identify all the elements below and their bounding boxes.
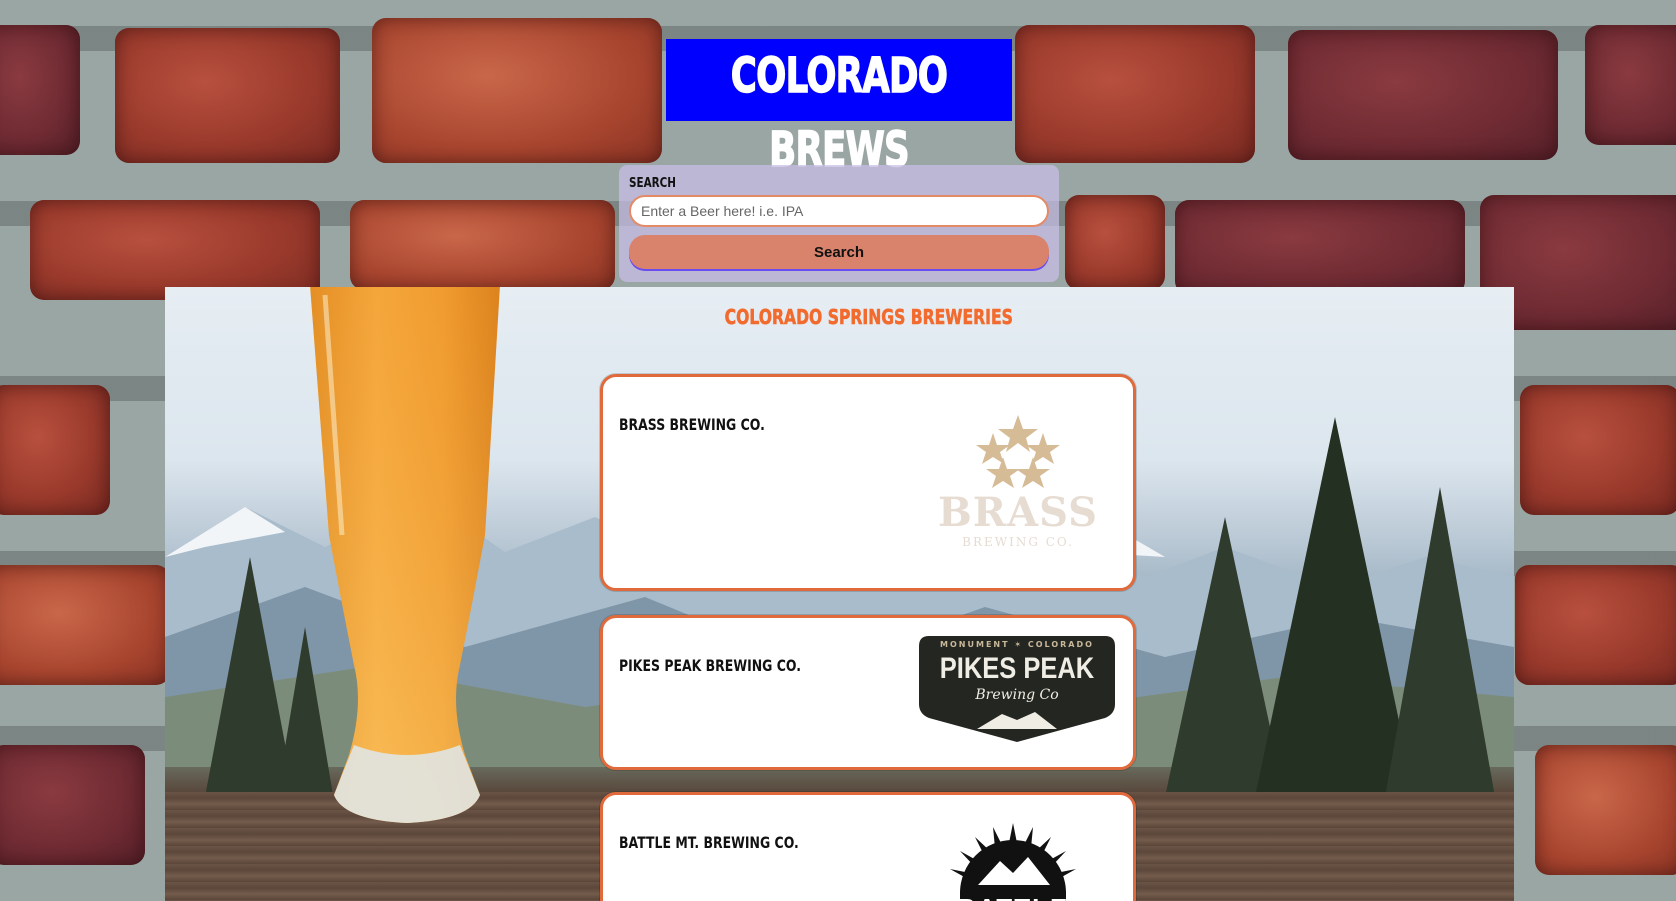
search-panel: Search Search — [619, 165, 1059, 282]
battle-mt-logo-text: BATTLE — [938, 893, 1088, 901]
sunburst-icon — [950, 823, 1076, 901]
pikes-peak-logo-top: MONUMENT ✶ COLORADO — [940, 640, 1094, 649]
brewery-name[interactable]: Pikes Peak Brewing Co. — [619, 656, 801, 675]
breweries-section: Colorado Springs Breweries Brass Brewing… — [165, 287, 1514, 901]
brewery-card[interactable]: Brass Brewing Co. BRASS BREWING CO. — [600, 374, 1136, 591]
search-button[interactable]: Search — [629, 235, 1049, 269]
brewery-name[interactable]: Brass Brewing Co. — [619, 415, 765, 434]
breweries-heading-text: Colorado Springs Breweries — [724, 305, 1013, 330]
battle-mt-logo-image: BATTLE — [938, 823, 1088, 901]
search-label: Search — [629, 176, 676, 191]
brewery-name[interactable]: Battle Mt. Brewing Co. — [619, 833, 799, 852]
brass-logo-image: BRASS BREWING CO. — [933, 411, 1103, 561]
brass-logo-subtext: BREWING CO. — [962, 535, 1074, 549]
site-title: COLORADO BREWS — [666, 39, 1012, 179]
search-input[interactable] — [629, 195, 1049, 227]
beer-glass-image — [310, 287, 500, 823]
pikes-peak-logo-image: MONUMENT ✶ COLORADO PIKES PEAK Brewing C… — [917, 634, 1117, 744]
tree-icon — [1385, 487, 1495, 797]
breweries-heading: Colorado Springs Breweries — [165, 305, 1514, 330]
pikes-peak-logo-subtext: Brewing Co — [975, 687, 1059, 703]
pikes-peak-logo-text: PIKES PEAK — [939, 652, 1095, 685]
brewery-card[interactable]: Pikes Peak Brewing Co. MONUMENT ✶ COLORA… — [600, 615, 1136, 770]
brass-logo-text: BRASS — [938, 489, 1098, 536]
brewery-card[interactable]: Battle Mt. Brewing Co. BATTLE — [600, 792, 1136, 901]
